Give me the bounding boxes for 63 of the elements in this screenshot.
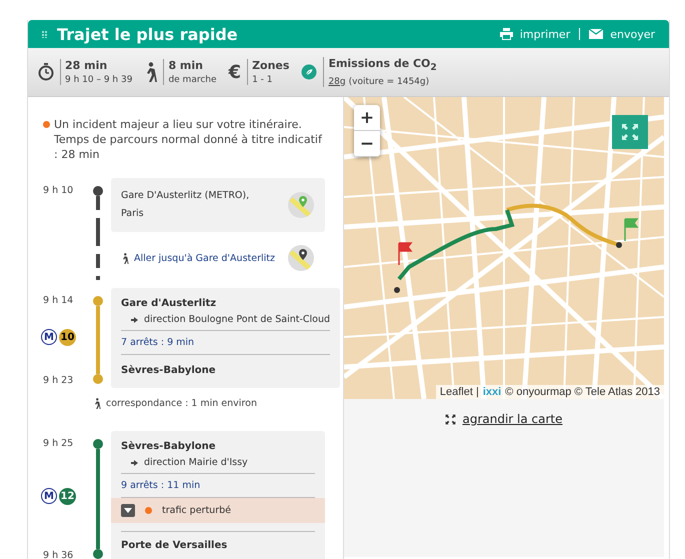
envelope-icon[interactable] [589, 29, 604, 39]
walk-instruction-link[interactable]: Aller jusqu'à Gare d'Austerlitz [134, 252, 275, 264]
stop-name: Porte de Versailles [121, 531, 315, 551]
caret-icon [124, 508, 132, 513]
stat-value: 28 min [65, 59, 108, 72]
metro-badge: M [41, 488, 57, 504]
stopwatch-icon [38, 63, 54, 81]
map-drawing[interactable] [344, 97, 664, 399]
stat-detail: (voiture = 1454g) [348, 76, 430, 87]
map-pin-icon[interactable] [287, 244, 315, 272]
stat-detail: 1 - 1 [252, 75, 272, 85]
leaf-icon [301, 64, 318, 80]
zoom-in-button[interactable]: + [354, 105, 380, 131]
line-segment [96, 306, 100, 374]
co2-link[interactable]: 28g [328, 76, 346, 87]
pedestrian-icon [93, 398, 101, 409]
attribution-text: Leaflet | [440, 386, 479, 398]
stat-detail: 9 h 10 – 9 h 39 [65, 75, 132, 85]
line-badge: 10 [59, 328, 76, 346]
stat-value: Emissions de CO$_{2}$ [328, 57, 437, 74]
ixxi-logo: ixxi [482, 386, 502, 398]
euro-icon: € [228, 62, 242, 82]
panel-title: Trajet le plus rapide [57, 24, 238, 44]
incident-message: Un incident majeur a lieu sur votre itinéraire. Temps de parcours normal donné à titre indicatif : 28 min [54, 117, 324, 162]
time-label: 9 h 23 [43, 374, 74, 386]
attribution-text: © onyourmap © Tele Atlas 2013 [505, 386, 660, 398]
direction-text: direction Boulogne Pont de Saint-Cloud [144, 314, 330, 325]
pedestrian-icon [144, 62, 158, 82]
expand-icon [621, 123, 639, 141]
time-label: 9 h 10 [43, 184, 74, 196]
alert-dot [43, 121, 50, 128]
stat-value: Zones [252, 59, 290, 72]
expand-toggle[interactable] [121, 504, 135, 517]
disruption-dot [145, 507, 152, 514]
pedestrian-icon [121, 252, 129, 264]
zoom-out-button[interactable]: − [354, 131, 380, 157]
printer-icon[interactable] [500, 28, 513, 40]
disruption-text: trafic perturbé [162, 505, 231, 516]
stop-dot [93, 374, 103, 384]
stop-name: Sèvres-Babylone [121, 441, 217, 452]
line-badge: 12 [59, 488, 76, 504]
metro-badge: M [41, 329, 57, 345]
grip-icon [42, 30, 49, 38]
transfer-text: correspondance : 1 min environ [106, 398, 257, 409]
arrow-icon [131, 460, 138, 466]
direction-text: direction Mairie d'Issy [144, 457, 248, 468]
arrow-icon [131, 316, 138, 322]
stop-dot [93, 296, 103, 306]
time-label: 9 h 25 [43, 437, 74, 449]
stat-detail: de marche [168, 75, 217, 85]
time-label: 9 h 14 [43, 294, 74, 306]
expand-icon[interactable] [445, 414, 456, 424]
stop-dot [93, 186, 103, 196]
time-label: 9 h 36 [43, 549, 74, 559]
stop-name: Sèvres-Babylone [121, 364, 217, 376]
stat-value: 8 min [168, 59, 204, 72]
stop-name: Gare d'Austerlitz [121, 298, 218, 309]
stop-dot [93, 439, 103, 449]
stop-name: Gare D'Austerlitz (METRO), Paris [121, 189, 250, 221]
stop-dot [93, 549, 103, 559]
fullscreen-button[interactable] [612, 115, 648, 149]
stops-count: 7 arrêts : 9 min [121, 331, 330, 355]
enlarge-map-link[interactable]: agrandir la carte [462, 412, 563, 426]
